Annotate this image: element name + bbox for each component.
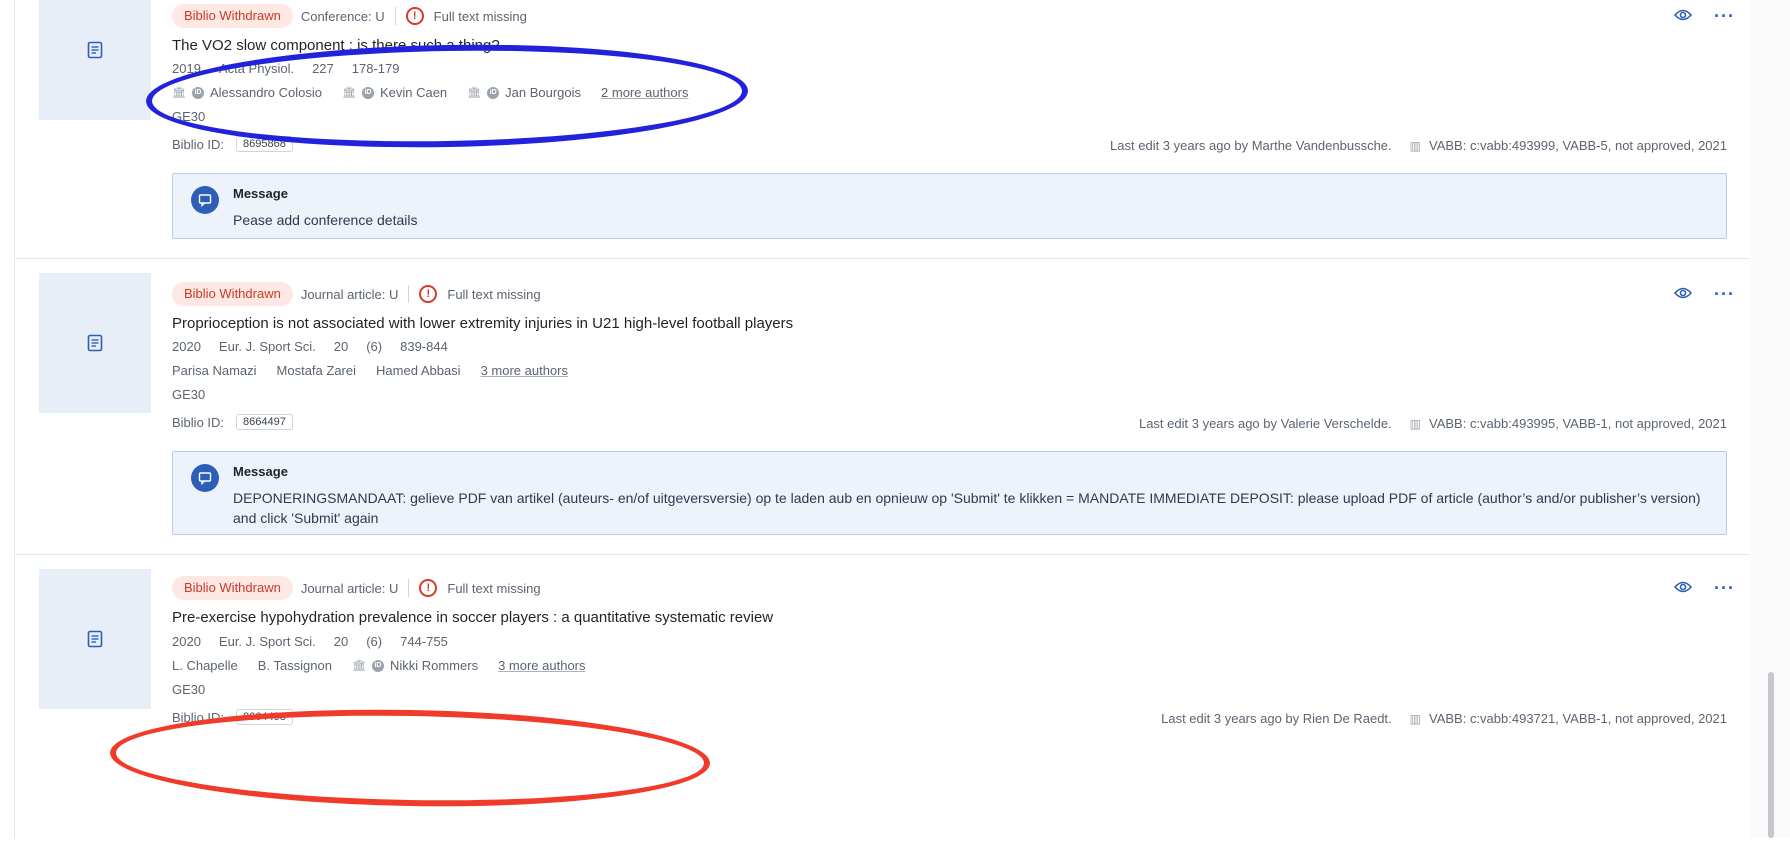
publication-card: Biblio Withdrawn Journal article: U ! Fu…: [15, 258, 1751, 555]
publication-thumbnail[interactable]: [39, 273, 151, 413]
biblio-id-label: Biblio ID:: [172, 709, 225, 725]
biblio-id-label: Biblio ID:: [172, 414, 225, 430]
institution-icon: 🏛: [467, 87, 482, 99]
fulltext-status: Full text missing: [447, 286, 541, 302]
department: GE30: [172, 387, 206, 402]
last-edit: Last edit 3 years ago by Rien De Raedt.: [1161, 711, 1392, 726]
message-label: Message: [233, 186, 288, 201]
department: GE30: [172, 109, 206, 124]
publication-year: 2020: [172, 634, 201, 649]
publication-title[interactable]: The VO2 slow component : is there such a…: [172, 37, 500, 54]
ellipsis-icon[interactable]: ···: [1714, 6, 1735, 27]
scrollbar[interactable]: [1750, 0, 1790, 838]
publication-type: Journal article: U: [300, 580, 399, 596]
exclamation-circle-icon: !: [405, 7, 424, 25]
biblio-id[interactable]: 8664498: [236, 709, 293, 725]
biblio-id[interactable]: 8695868: [236, 136, 293, 152]
pages: 744-755: [400, 634, 448, 649]
author[interactable]: 🏛 iD Nikki Rommers: [352, 658, 478, 673]
message-box: Message DEPONERINGSMANDAAT: gelieve PDF …: [172, 451, 1727, 535]
status-badge: Biblio Withdrawn: [172, 282, 293, 306]
orcid-icon: iD: [371, 659, 384, 672]
eye-icon[interactable]: [1673, 578, 1693, 599]
last-edit: Last edit 3 years ago by Valerie Versche…: [1138, 416, 1392, 431]
last-edit: Last edit 3 years ago by Marthe Vandenbu…: [1110, 138, 1392, 153]
publication-card: Biblio Withdrawn Conference: U ! Full te…: [15, 0, 1751, 259]
message-text: Pease add conference details: [233, 212, 418, 228]
document-icon: [87, 630, 103, 648]
author[interactable]: 🏛 iD Kevin Caen: [342, 85, 447, 100]
bar-chart-icon: ▥: [1409, 138, 1421, 153]
eye-icon[interactable]: [1673, 6, 1693, 27]
more-authors-link[interactable]: 3 more authors: [481, 363, 568, 378]
message-box: Message Pease add conference details: [172, 173, 1727, 239]
publication-type: Conference: U: [300, 8, 385, 24]
institution-icon: 🏛: [172, 87, 186, 99]
journal-name: Eur. J. Sport Sci.: [218, 634, 316, 649]
author[interactable]: B. Tassignon: [258, 658, 332, 673]
exclamation-circle-icon: !: [419, 285, 438, 303]
publication-title[interactable]: Pre-exercise hypohydration prevalence in…: [172, 609, 773, 626]
publication-card: Biblio Withdrawn Journal article: U ! Fu…: [15, 555, 1751, 855]
fulltext-status: Full text missing: [447, 580, 541, 596]
department: GE30: [172, 682, 206, 697]
author[interactable]: Mostafa Zarei: [277, 363, 356, 378]
vabb-info: VABB: c:vabb:493721, VABB-1, not approve…: [1429, 711, 1727, 726]
bar-chart-icon: ▥: [1409, 416, 1421, 431]
bar-chart-icon: ▥: [1409, 711, 1421, 726]
status-badge: Biblio Withdrawn: [172, 576, 293, 600]
volume: 20: [333, 634, 349, 649]
publication-type: Journal article: U: [300, 286, 399, 302]
ellipsis-icon[interactable]: ···: [1714, 578, 1735, 599]
vabb-info: VABB: c:vabb:493995, VABB-1, not approve…: [1429, 416, 1727, 431]
message-text: DEPONERINGSMANDAAT: gelieve PDF van arti…: [233, 490, 1701, 526]
ellipsis-icon[interactable]: ···: [1714, 284, 1735, 305]
orcid-icon: iD: [361, 86, 374, 99]
biblio-id[interactable]: 8664497: [236, 414, 293, 430]
pages: 178-179: [351, 61, 400, 76]
orcid-icon: iD: [487, 86, 500, 99]
author[interactable]: L. Chapelle: [172, 658, 238, 673]
institution-icon: 🏛: [341, 87, 356, 99]
author[interactable]: Parisa Namazi: [172, 363, 257, 378]
journal-name: Acta Physiol.: [218, 61, 295, 76]
divider: [408, 285, 410, 303]
author[interactable]: 🏛 iD Alessandro Colosio: [172, 85, 322, 100]
publication-title[interactable]: Proprioception is not associated with lo…: [172, 315, 793, 332]
scrollbar-thumb[interactable]: [1768, 672, 1774, 838]
exclamation-circle-icon: !: [419, 579, 438, 597]
author[interactable]: Hamed Abbasi: [376, 363, 461, 378]
publication-thumbnail[interactable]: [39, 569, 151, 709]
document-icon: [87, 41, 103, 59]
document-icon: [87, 334, 103, 352]
biblio-id-label: Biblio ID:: [172, 136, 225, 152]
pages: 839-844: [400, 339, 448, 354]
chat-icon: [191, 464, 219, 492]
divider: [408, 579, 410, 597]
vabb-info: VABB: c:vabb:493999, VABB-5, not approve…: [1429, 138, 1727, 153]
journal-name: Eur. J. Sport Sci.: [218, 339, 316, 354]
publication-year: 2020: [172, 339, 201, 354]
status-badge: Biblio Withdrawn: [172, 4, 293, 28]
institution-icon: 🏛: [351, 660, 366, 672]
fulltext-status: Full text missing: [433, 8, 527, 24]
publication-thumbnail[interactable]: [39, 0, 151, 120]
more-authors-link[interactable]: 3 more authors: [498, 658, 585, 673]
publication-year: 2019: [172, 61, 201, 76]
publication-list: Biblio Withdrawn Conference: U ! Full te…: [14, 0, 1752, 838]
issue: (6): [366, 634, 383, 649]
author[interactable]: 🏛 iD Jan Bourgois: [467, 85, 581, 100]
divider: [394, 7, 396, 25]
volume: 20: [333, 339, 349, 354]
more-authors-link[interactable]: 2 more authors: [601, 85, 688, 100]
eye-icon[interactable]: [1673, 284, 1693, 305]
chat-icon: [191, 186, 219, 214]
message-label: Message: [233, 464, 288, 479]
volume: 227: [312, 61, 334, 76]
issue: (6): [366, 339, 383, 354]
orcid-icon: iD: [191, 86, 204, 99]
